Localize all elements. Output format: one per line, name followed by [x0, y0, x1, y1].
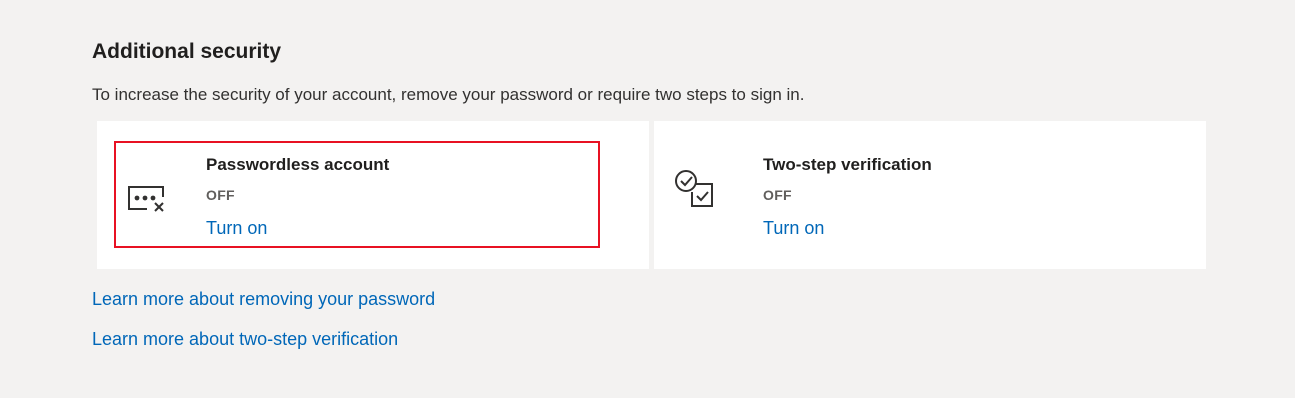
- status-badge: OFF: [206, 187, 235, 203]
- card-title: Two-step verification: [763, 155, 932, 174]
- turn-on-passwordless-link[interactable]: Turn on: [206, 216, 267, 240]
- card-title: Passwordless account: [206, 155, 390, 174]
- two-step-check-icon: [672, 167, 718, 213]
- password-dots-remove-icon: [125, 181, 169, 221]
- section-description: To increase the security of your account…: [92, 85, 805, 104]
- section-title: Additional security: [92, 40, 282, 63]
- turn-on-two-step-link[interactable]: Turn on: [763, 216, 824, 240]
- two-step-verification-card: Two-step verification OFF Turn on: [654, 121, 1206, 269]
- status-badge: OFF: [763, 187, 792, 203]
- learn-more-remove-password-link[interactable]: Learn more about removing your password: [92, 287, 435, 311]
- learn-more-two-step-link[interactable]: Learn more about two-step verification: [92, 327, 398, 351]
- passwordless-account-card: Passwordless account OFF Turn on: [97, 121, 649, 269]
